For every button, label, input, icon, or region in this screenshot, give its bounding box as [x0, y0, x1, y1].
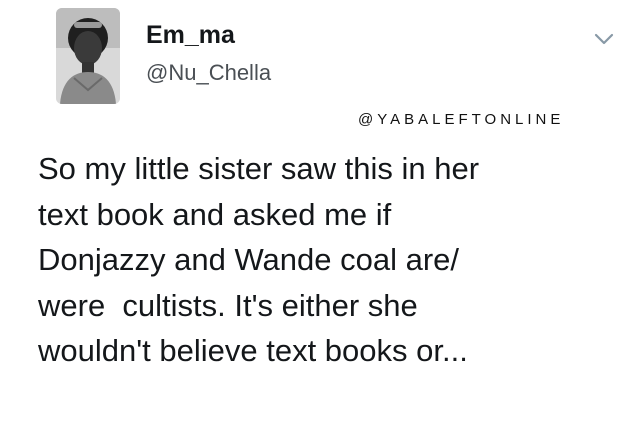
- watermark: @YABALEFTONLINE: [358, 111, 565, 128]
- user-handle[interactable]: @Nu_Chella: [146, 62, 271, 84]
- chevron-down-icon[interactable]: [592, 30, 616, 48]
- tweet-line: were cultists. It's either she: [38, 287, 418, 323]
- display-name[interactable]: Em_ma: [146, 23, 235, 48]
- avatar-photo: [56, 8, 120, 104]
- avatar[interactable]: [56, 8, 120, 104]
- tweet-line: So my little sister saw this in her: [38, 151, 480, 186]
- tweet-line: wouldn't believe text books or...: [38, 333, 468, 368]
- tweet-line: text book and asked me if: [38, 196, 392, 232]
- tweet-text: So my little sister saw this in her text…: [38, 146, 618, 374]
- tweet-card: Em_ma @Nu_Chella @YABALEFTONLINE So my l…: [0, 0, 640, 429]
- tweet-line: Donjazzy and Wande coal are/: [38, 242, 460, 277]
